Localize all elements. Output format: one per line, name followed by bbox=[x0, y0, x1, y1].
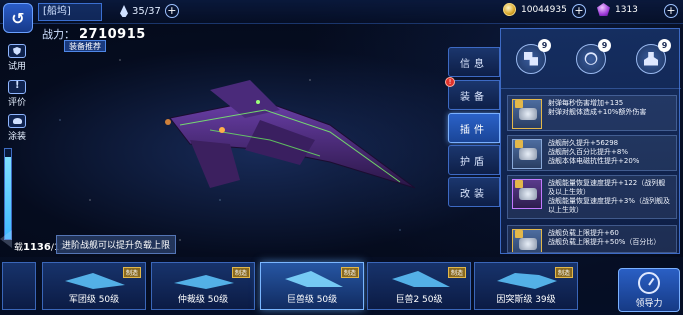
add-slot-button[interactable]: + bbox=[164, 4, 179, 18]
plugin-panel: 9 9 9 射弹每秒伤害增加+135 射弹对舰体造成+10%额外伤害 战舰耐久提… bbox=[500, 28, 681, 254]
ship-card-behemoth-2[interactable]: 制造 巨兽2 50级 bbox=[367, 262, 471, 310]
engine-module-icon bbox=[644, 51, 658, 66]
ship-card-legion[interactable]: 制造 军团级 50级 bbox=[42, 262, 146, 310]
ship-thumbnail-icon bbox=[174, 275, 234, 289]
plugin-effect: 战舰能量恢复速度提升+3%（战列舰及以上生效） bbox=[548, 197, 670, 214]
plugin-effect: 战舰耐久百分比提升+8% bbox=[548, 148, 628, 156]
target-module-icon bbox=[584, 52, 598, 65]
gem-amount: 1313 bbox=[615, 4, 638, 15]
trial-label: 试用 bbox=[7, 62, 26, 72]
rank-icon bbox=[515, 140, 523, 148]
coin-icon bbox=[503, 3, 516, 16]
plugin-category-row: 9 9 9 bbox=[501, 29, 681, 89]
ship-card-behemoth[interactable]: 制造 巨兽级 50级 bbox=[260, 262, 364, 310]
build-badge: 制造 bbox=[231, 267, 250, 278]
plugin-category-target[interactable]: 9 bbox=[576, 38, 611, 74]
category-count: 9 bbox=[658, 38, 671, 52]
equipment-recommend-button[interactable]: 装备推荐 bbox=[64, 40, 106, 52]
build-badge: 制造 bbox=[122, 267, 141, 278]
coin-counter: 10044935 bbox=[503, 3, 567, 16]
tab-shield[interactable]: 护盾 bbox=[448, 145, 500, 175]
tab-equipment[interactable]: ! 装备 bbox=[445, 77, 500, 110]
gauge-icon bbox=[638, 272, 660, 294]
coin-amount: 10044935 bbox=[521, 4, 567, 15]
tab-info[interactable]: 信息 bbox=[448, 47, 500, 77]
plugin-effect: 战舰能量恢复速度提升+122（战列舰及以上生效） bbox=[548, 179, 666, 196]
capacity-label: 载 bbox=[14, 243, 24, 253]
plugin-slot-3[interactable]: 战舰能量恢复速度提升+122（战列舰及以上生效） 战舰能量恢复速度提升+3%（战… bbox=[507, 175, 677, 219]
rank-icon bbox=[515, 180, 523, 188]
add-coins-button[interactable]: + bbox=[572, 4, 586, 18]
paint-button[interactable]: 涂装 bbox=[5, 114, 29, 142]
ship-card-partial[interactable] bbox=[2, 262, 36, 310]
review-button[interactable]: 评价 bbox=[5, 80, 29, 108]
ship-card-name: 仲裁级 50级 bbox=[177, 295, 229, 305]
rank-icon bbox=[515, 100, 523, 108]
ship-thumbnail-icon bbox=[65, 273, 125, 289]
back-icon: ↺ bbox=[11, 8, 25, 28]
ship-card-intus[interactable]: 制造 因突斯级 39级 bbox=[474, 262, 578, 310]
tab-modify[interactable]: 改装 bbox=[448, 177, 500, 207]
build-badge: 制造 bbox=[340, 267, 359, 278]
back-button[interactable]: ↺ bbox=[3, 3, 33, 33]
alert-icon: ! bbox=[445, 77, 455, 87]
plugin-chip-icon bbox=[512, 229, 542, 252]
category-count: 9 bbox=[598, 38, 611, 52]
hangar-slots: 35/37 + bbox=[120, 4, 179, 18]
trial-button[interactable]: 试用 bbox=[5, 44, 29, 72]
build-badge: 制造 bbox=[447, 267, 466, 278]
plugin-effect: 射弹每秒伤害增加+135 bbox=[548, 99, 624, 107]
slots-count: 35/37 bbox=[132, 5, 161, 17]
ship-thumbnail-icon bbox=[497, 273, 557, 289]
capacity-tip: 进阶战舰可以提升负载上限 bbox=[56, 235, 177, 254]
plugin-effect: 战舰负载上限提升+50%（百分比） bbox=[548, 238, 661, 246]
battleship-model[interactable] bbox=[150, 70, 430, 210]
tab-equipment-label: 装备 bbox=[460, 91, 488, 103]
paint-label: 涂装 bbox=[7, 132, 26, 142]
gem-counter: 1313 bbox=[597, 3, 638, 16]
ship-card-name: 军团级 50级 bbox=[68, 295, 120, 305]
weapon-module-icon bbox=[524, 51, 538, 66]
plugin-category-engine[interactable]: 9 bbox=[636, 38, 671, 74]
tab-shield-label: 护盾 bbox=[460, 156, 488, 168]
ship-thumbnail-icon bbox=[285, 271, 343, 287]
ship-card-name: 巨兽2 50级 bbox=[395, 295, 443, 305]
review-label: 评价 bbox=[7, 98, 26, 108]
rocket-icon bbox=[120, 5, 128, 17]
comment-icon bbox=[8, 80, 26, 94]
shield-icon bbox=[8, 44, 26, 58]
ship-thumbnail-icon bbox=[392, 271, 450, 287]
tab-info-label: 信息 bbox=[460, 58, 488, 70]
tab-plugins-label: 插件 bbox=[460, 124, 488, 136]
add-gems-button[interactable]: + bbox=[664, 4, 678, 18]
plugin-category-weapon[interactable]: 9 bbox=[516, 38, 551, 74]
category-count: 9 bbox=[538, 38, 551, 52]
plugin-effect: 战舰耐久提升+56298 bbox=[548, 139, 619, 147]
plugin-chip-icon bbox=[512, 99, 542, 129]
build-badge: 制造 bbox=[554, 267, 573, 278]
paint-icon bbox=[8, 114, 26, 128]
plugin-slot-1[interactable]: 射弹每秒伤害增加+135 射弹对舰体造成+10%额外伤害 bbox=[507, 95, 677, 131]
plugin-effect: 战舰负载上限提升+60 bbox=[548, 229, 619, 237]
capacity-value: 1136 bbox=[23, 242, 51, 253]
plugin-slot-4[interactable]: 战舰负载上限提升+60 战舰负载上限提升+50%（百分比） bbox=[507, 225, 677, 253]
tab-modify-label: 改装 bbox=[460, 188, 488, 200]
ship-card-name: 巨兽级 50级 bbox=[286, 295, 338, 305]
leadership-button[interactable]: 领导力 bbox=[618, 268, 680, 312]
plugin-effect: 战舰本体电磁抗性提升+20% bbox=[548, 157, 640, 165]
rank-icon bbox=[515, 230, 523, 238]
capacity-gauge-fill bbox=[5, 157, 11, 239]
tab-plugins[interactable]: 插件 bbox=[448, 113, 500, 143]
gem-icon bbox=[597, 3, 610, 16]
plugin-effect: 射弹对舰体造成+10%额外伤害 bbox=[548, 108, 647, 116]
plugin-chip-icon bbox=[512, 139, 542, 169]
plugin-chip-icon bbox=[512, 179, 542, 209]
capacity-gauge bbox=[4, 148, 12, 240]
ship-card-name: 因突斯级 39级 bbox=[496, 295, 556, 305]
page-title: [船坞] bbox=[38, 3, 102, 21]
plugin-slot-2[interactable]: 战舰耐久提升+56298 战舰耐久百分比提升+8% 战舰本体电磁抗性提升+20% bbox=[507, 135, 677, 171]
leadership-label: 领导力 bbox=[635, 299, 663, 309]
ship-card-arbiter[interactable]: 制造 仲裁级 50级 bbox=[151, 262, 255, 310]
